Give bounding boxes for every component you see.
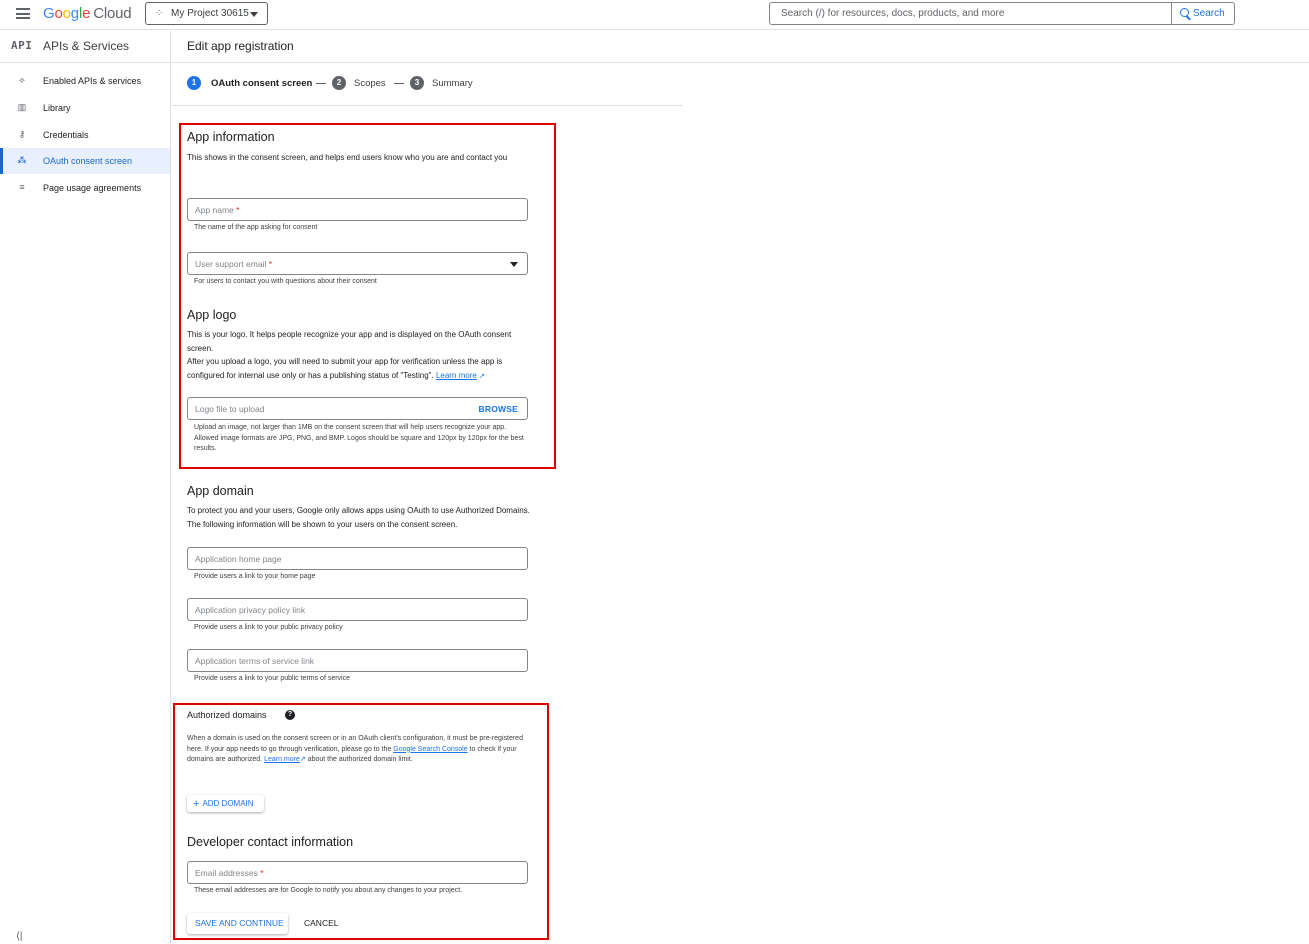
step-scopes[interactable]: 2 Scopes (332, 76, 386, 90)
app-domain-description: To protect you and your users, Google on… (187, 506, 530, 529)
menu-icon[interactable] (16, 8, 30, 19)
learn-more-link[interactable]: Learn more (436, 371, 477, 380)
required-mark: * (260, 868, 264, 878)
project-icon: ⁘ (155, 8, 164, 19)
app-logo-verification-note: After you upload a logo, you will need t… (187, 357, 503, 380)
terms-of-service-field[interactable]: Application terms of service link (187, 649, 528, 672)
authorized-domains-description: When a domain is used on the consent scr… (187, 735, 523, 763)
app-information-heading: App information (187, 130, 275, 144)
sidebar-item-library[interactable]: ▥ Library (0, 95, 170, 121)
search-input[interactable]: Search (/) for resources, docs, products… (769, 2, 1172, 25)
required-mark: * (268, 259, 273, 269)
sidebar-item-page-usage-agreements[interactable]: ≡ Page usage agreements (0, 175, 170, 201)
home-page-field[interactable]: Application home page (187, 547, 528, 570)
google-cloud-logo[interactable]: Google Cloud (43, 5, 132, 22)
app-domain-heading: App domain (187, 484, 254, 498)
terms-of-service-hint: Provide users a link to your public term… (194, 675, 351, 682)
privacy-policy-field[interactable]: Application privacy policy link (187, 598, 528, 621)
logo-upload-field[interactable]: Logo file to upload BROWSE (187, 397, 528, 420)
step-number: 3 (410, 76, 424, 90)
external-link-icon: ↗ (479, 372, 485, 380)
chevron-down-icon (250, 12, 258, 17)
step-label: OAuth consent screen (211, 78, 313, 89)
enabled-apis-icon: ⟡ (19, 75, 25, 85)
help-icon[interactable]: ? (285, 710, 295, 720)
search-button[interactable]: Search (1171, 2, 1235, 25)
app-logo-heading: App logo (187, 308, 237, 322)
search-icon (1180, 8, 1189, 17)
step-oauth-consent-screen[interactable]: 1 OAuth consent screen (187, 76, 312, 90)
step-summary[interactable]: 3 Summary (410, 76, 473, 90)
user-support-email-select[interactable]: User support email * (187, 252, 528, 275)
sidebar-item-credentials[interactable]: ⚷ Credentials (0, 122, 170, 148)
page-title: Edit app registration (187, 39, 294, 53)
developer-email-field[interactable]: Email addresses * (187, 861, 528, 884)
developer-contact-heading: Developer contact information (187, 835, 354, 849)
app-information-description: This shows in the consent screen, and he… (187, 153, 508, 162)
step-number: 2 (332, 76, 346, 90)
app-name-hint: The name of the app asking for consent (194, 224, 318, 231)
cancel-button[interactable]: CANCEL (304, 918, 338, 928)
google-search-console-link[interactable]: Google Search Console (393, 746, 467, 753)
divider (172, 105, 683, 106)
required-mark: * (236, 205, 240, 215)
sidebar: API APIs & Services ⟡ Enabled APIs & ser… (0, 31, 171, 944)
library-icon: ▥ (17, 102, 27, 112)
external-link-icon: ↗ (299, 756, 306, 763)
dropdown-arrow-icon (510, 262, 518, 267)
top-bar: Google Cloud ⁘ My Project 30615 Search (/… (0, 0, 1309, 30)
project-picker[interactable]: ⁘ My Project 30615 (145, 2, 268, 25)
api-icon: API (11, 39, 33, 52)
privacy-policy-hint: Provide users a link to your public priv… (194, 624, 343, 631)
user-support-email-hint: For users to contact you with questions … (194, 278, 377, 285)
authorized-domains-title: Authorized domains (187, 710, 267, 720)
add-domain-button[interactable]: + ADD DOMAIN (187, 795, 264, 812)
sidebar-item-enabled-apis[interactable]: ⟡ Enabled APIs & services (0, 68, 170, 94)
page-header (172, 31, 1309, 63)
project-name: My Project 30615 (171, 8, 249, 19)
save-and-continue-button[interactable]: SAVE AND CONTINUE (187, 913, 288, 934)
sidebar-item-oauth-consent-screen[interactable]: ⁂ OAuth consent screen (0, 148, 170, 174)
sidebar-title: APIs & Services (43, 39, 130, 53)
app-name-field[interactable]: App name * (187, 198, 528, 221)
step-label: Scopes (354, 78, 386, 89)
consent-icon: ⁂ (17, 155, 27, 165)
logo-upload-hint: Upload an image, not larger than 1MB on … (194, 424, 524, 452)
collapse-sidebar-icon[interactable]: ⟨| (16, 931, 23, 942)
learn-more-link[interactable]: Learn more (264, 756, 300, 763)
sidebar-header: API APIs & Services (0, 31, 171, 63)
plus-icon: + (193, 798, 200, 810)
developer-email-hint: These email addresses are for Google to … (194, 887, 463, 894)
browse-button[interactable]: BROWSE (479, 404, 518, 414)
step-connector (316, 83, 326, 84)
app-logo-description: This is your logo. It helps people recog… (187, 330, 512, 353)
step-connector (394, 83, 404, 84)
key-icon: ⚷ (18, 129, 26, 139)
step-number: 1 (187, 76, 201, 90)
home-page-hint: Provide users a link to your home page (194, 573, 316, 580)
agreements-icon: ≡ (19, 182, 25, 192)
step-label: Summary (432, 78, 473, 89)
